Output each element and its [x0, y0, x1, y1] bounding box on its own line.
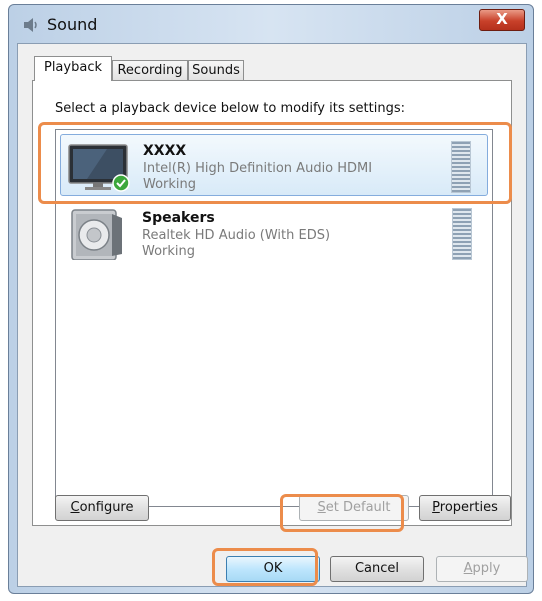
- button-label: et Default: [325, 500, 391, 515]
- tab-recording[interactable]: Recording: [112, 60, 188, 80]
- device-list[interactable]: XXXX Intel(R) High Definition Audio HDMI…: [55, 129, 493, 507]
- volume-level-meter: [452, 208, 472, 260]
- accelerator-key: S: [317, 500, 326, 515]
- device-item-hdmi[interactable]: XXXX Intel(R) High Definition Audio HDMI…: [60, 134, 488, 196]
- playback-panel: Select a playback device below to modify…: [32, 80, 512, 526]
- button-label: pply: [472, 561, 501, 576]
- button-label: onfigure: [79, 500, 134, 515]
- device-name: XXXX: [143, 143, 187, 159]
- window-title: Sound: [47, 15, 98, 34]
- default-check-icon: [112, 174, 130, 192]
- device-status: Working: [142, 244, 196, 259]
- tab-playback[interactable]: Playback: [34, 56, 112, 81]
- device-driver: Intel(R) High Definition Audio HDMI: [143, 161, 373, 176]
- title-bar[interactable]: Sound X: [9, 5, 533, 43]
- properties-button[interactable]: Properties: [419, 495, 511, 521]
- apply-button[interactable]: Apply: [436, 556, 528, 582]
- accelerator-key: A: [463, 561, 473, 576]
- volume-level-meter: [451, 141, 471, 193]
- button-label: roperties: [439, 500, 498, 515]
- speaker-icon: [24, 18, 37, 32]
- dialog-body: Playback Recording Sounds Select a playb…: [17, 43, 528, 587]
- configure-button[interactable]: Configure: [55, 495, 149, 521]
- monitor-icon: [68, 144, 130, 192]
- tab-sounds[interactable]: Sounds: [188, 60, 244, 80]
- ok-button[interactable]: OK: [226, 556, 320, 582]
- device-name: Speakers: [142, 210, 215, 226]
- accelerator-key: P: [432, 500, 440, 515]
- device-status: Working: [143, 177, 197, 192]
- sound-dialog: Sound X Playback Recording Sounds Select…: [8, 4, 534, 594]
- close-button[interactable]: X: [479, 9, 525, 31]
- accelerator-key: C: [70, 500, 80, 515]
- instruction-text: Select a playback device below to modify…: [55, 101, 405, 116]
- cancel-button[interactable]: Cancel: [330, 556, 424, 582]
- set-default-button[interactable]: Set Default: [299, 495, 409, 521]
- speaker-icon: [71, 209, 122, 260]
- device-driver: Realtek HD Audio (With EDS): [142, 228, 331, 243]
- device-item-speakers[interactable]: Speakers Realtek HD Audio (With EDS) Wor…: [60, 202, 488, 264]
